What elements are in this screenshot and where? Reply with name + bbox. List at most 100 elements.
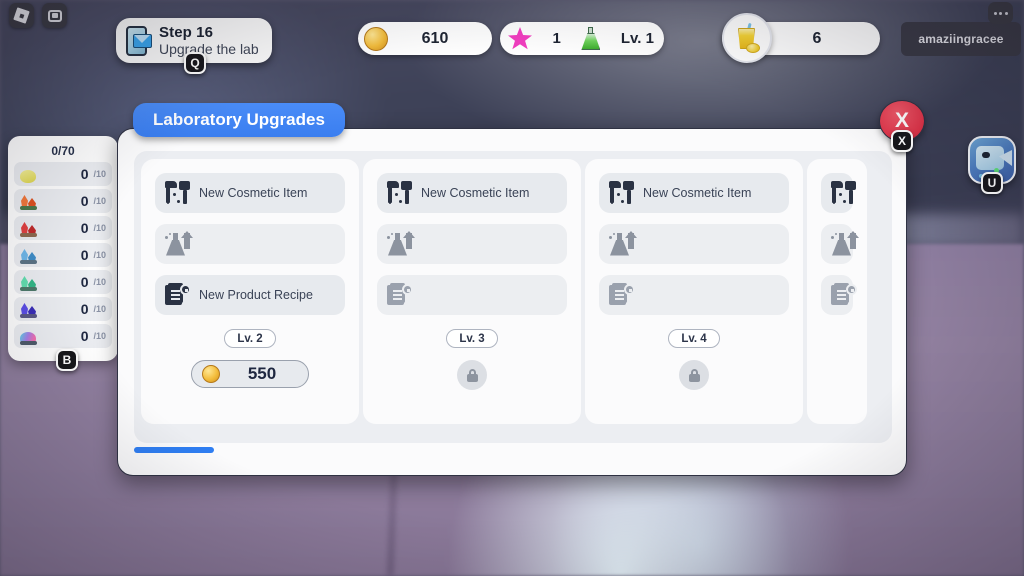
inventory-max: /10 [93,196,106,206]
quest-step-subtitle: Upgrade the lab [159,40,259,57]
flask-upgrade-icon [831,230,859,257]
inventory-amount: 0 [80,166,89,182]
feature-row-recipe: New Product Recipe [155,275,345,315]
feature-row-recipe [821,275,857,315]
coin-icon [202,365,220,383]
inventory-amount: 0 [80,328,89,344]
roblox-logo-glyph [13,7,30,24]
feature-row-cosmetic: New Cosmetic Item [599,173,789,213]
flask-icon [581,27,601,50]
list-item[interactable]: 0 /10 [14,189,112,213]
inventory-max: /10 [93,304,106,314]
card-level-badge: Lv. 2 [224,329,276,348]
upgrade-card-list: New Cosmetic Item New Product Recipe Lv.… [141,159,867,424]
inventory-keybind[interactable]: B [56,349,78,371]
purchase-button[interactable]: 550 [191,360,309,388]
horizontal-scrollbar[interactable] [134,447,892,454]
upgrade-card[interactable]: New Cosmetic Item Lv. 4 [585,159,803,424]
lock-icon [466,368,478,382]
game-screen: Step 16 Upgrade the lab Q 610 1 Lv. 1 6 … [0,0,1024,576]
inventory-panel: 0/70 0 /10 0 /10 0 /10 0 /10 0 /10 0 /10… [8,136,118,371]
roblox-logo-icon[interactable] [9,3,34,28]
recipe-lock-icon [831,283,857,307]
list-item[interactable]: 0 /10 [14,162,112,186]
list-item[interactable]: 0 /10 [14,324,112,348]
inventory-amount: 0 [80,193,89,209]
feature-row-flask [155,224,345,264]
list-item[interactable]: 0 /10 [14,297,112,321]
green-crystal-icon [18,273,40,291]
topleft-icon-group [9,3,67,28]
list-item[interactable]: 0 /10 [14,216,112,240]
feature-row-cosmetic: New Cosmetic Item [377,173,567,213]
lemon-icon [18,165,40,183]
card-level-badge: Lv. 4 [668,329,720,348]
cosmetic-tools-icon [831,181,857,205]
close-keybind[interactable]: X [891,130,913,152]
juice-icon [722,13,772,63]
flask-upgrade-icon [387,230,415,257]
phone-mail-icon [124,25,152,57]
feature-label: New Cosmetic Item [199,186,308,200]
lab-level-value: Lv. 1 [620,30,654,47]
star-lab-counter[interactable]: 1 Lv. 1 [500,22,664,55]
recipe-lock-icon [165,283,191,307]
quest-keybind[interactable]: Q [184,52,206,74]
cosmetic-tools-icon [609,181,635,205]
inventory-amount: 0 [80,220,89,236]
inventory-max: /10 [93,169,106,179]
feature-label: New Cosmetic Item [643,186,752,200]
quest-text: Step 16 Upgrade the lab [159,25,259,56]
cosmetic-tools-icon [387,181,413,205]
upgrades-scroll-area[interactable]: New Cosmetic Item New Product Recipe Lv.… [134,151,892,443]
red-crystal-icon [18,219,40,237]
lock-icon [688,368,700,382]
inventory-amount: 0 [80,301,89,317]
flask-upgrade-icon [165,230,193,257]
upgrade-card[interactable] [807,159,867,424]
avatar-keybind[interactable]: U [981,172,1003,194]
feature-row-cosmetic: New Cosmetic Item [155,173,345,213]
username-chip[interactable]: amaziingracee [901,22,1021,56]
feature-row-flask [599,224,789,264]
inventory-amount: 0 [80,274,89,290]
inventory-max: /10 [93,250,106,260]
scrollbar-thumb[interactable] [134,447,214,453]
coin-value: 610 [421,29,449,47]
locked-button[interactable] [679,360,709,390]
feature-row-recipe [599,275,789,315]
quest-tooltip[interactable]: Step 16 Upgrade the lab Q [116,18,272,74]
coin-counter[interactable]: 610 [358,22,492,55]
orange-coral-icon [18,192,40,210]
coin-icon [364,26,388,51]
cosmetic-tools-icon [165,181,191,205]
star-icon [508,27,532,50]
upgrade-card[interactable]: New Cosmetic Item Lv. 3 [363,159,581,424]
inventory-amount: 0 [80,247,89,263]
star-value: 1 [552,30,561,47]
feature-row-cosmetic [821,173,856,213]
purple-crystal-icon [18,300,40,318]
inventory-capacity: 0/70 [51,144,75,158]
locked-button[interactable] [457,360,487,390]
inventory-max: /10 [93,277,106,287]
inventory-max: /10 [93,331,106,341]
feature-label: New Cosmetic Item [421,186,530,200]
screenshot-icon[interactable] [42,3,67,28]
recipe-lock-icon [609,283,635,307]
more-options-icon[interactable] [988,2,1013,24]
feature-row-recipe [377,275,567,315]
rainbow-orb-icon [18,327,40,345]
laboratory-upgrades-dialog: New Cosmetic Item New Product Recipe Lv.… [117,128,907,476]
blue-crystal-icon [18,246,40,264]
upgrade-card[interactable]: New Cosmetic Item New Product Recipe Lv.… [141,159,359,424]
feature-row-flask [821,224,859,264]
inventory-max: /10 [93,223,106,233]
list-item[interactable]: 0 /10 [14,270,112,294]
flask-upgrade-icon [609,230,637,257]
juice-value: 6 [812,29,822,47]
page-title: Laboratory Upgrades [133,103,345,137]
list-item[interactable]: 0 /10 [14,243,112,267]
feature-row-flask [377,224,567,264]
feature-label: New Product Recipe [199,288,313,302]
